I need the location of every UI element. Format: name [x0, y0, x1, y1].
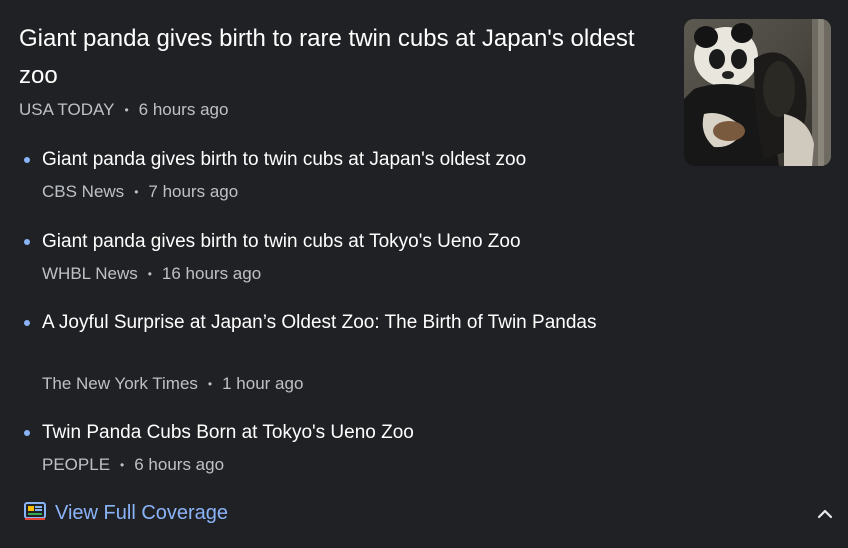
story-time: 16 hours ago	[161, 264, 262, 283]
headline-meta: USA TODAY • 6 hours ago	[19, 100, 228, 120]
separator-dot: •	[120, 458, 125, 472]
story-source: PEOPLE	[42, 455, 111, 474]
view-full-coverage-link[interactable]: View Full Coverage	[23, 499, 228, 528]
bullet-icon	[24, 430, 30, 436]
story-source: WHBL News	[42, 264, 138, 283]
view-full-coverage-label: View Full Coverage	[55, 502, 229, 524]
panda-photo-icon	[684, 19, 831, 166]
story-meta: PEOPLE • 6 hours ago	[42, 455, 224, 475]
story-link[interactable]: Giant panda gives birth to twin cubs at …	[42, 228, 602, 256]
story-time: 1 hour ago	[222, 374, 304, 393]
chevron-up-icon	[817, 509, 833, 519]
story-time: 6 hours ago	[134, 455, 225, 474]
headline-link[interactable]: Giant panda gives birth to rare twin cub…	[19, 20, 659, 94]
story-meta: WHBL News • 16 hours ago	[42, 264, 261, 284]
news-card: Giant panda gives birth to rare twin cub…	[0, 0, 848, 548]
collapse-button[interactable]	[811, 500, 839, 528]
bullet-icon	[24, 239, 30, 245]
story-link[interactable]: Giant panda gives birth to twin cubs at …	[42, 146, 602, 174]
story-meta: The New York Times • 1 hour ago	[42, 374, 303, 394]
headline-thumbnail[interactable]	[684, 19, 831, 166]
bullet-icon	[24, 320, 30, 326]
story-source: CBS News	[42, 182, 125, 201]
full-coverage-icon	[23, 499, 47, 528]
story-meta: CBS News • 7 hours ago	[42, 182, 238, 202]
headline-time: 6 hours ago	[138, 100, 229, 119]
story-time: 7 hours ago	[148, 182, 239, 201]
story-link[interactable]: A Joyful Surprise at Japan’s Oldest Zoo:…	[42, 309, 602, 337]
separator-dot: •	[207, 377, 213, 391]
separator-dot: •	[124, 103, 129, 117]
separator-dot: •	[134, 185, 139, 199]
story-link[interactable]: Twin Panda Cubs Born at Tokyo's Ueno Zoo	[42, 419, 602, 447]
separator-dot: •	[147, 267, 152, 281]
bullet-icon	[24, 157, 30, 163]
headline-source: USA TODAY	[19, 100, 115, 119]
story-source: The New York Times	[42, 374, 198, 393]
